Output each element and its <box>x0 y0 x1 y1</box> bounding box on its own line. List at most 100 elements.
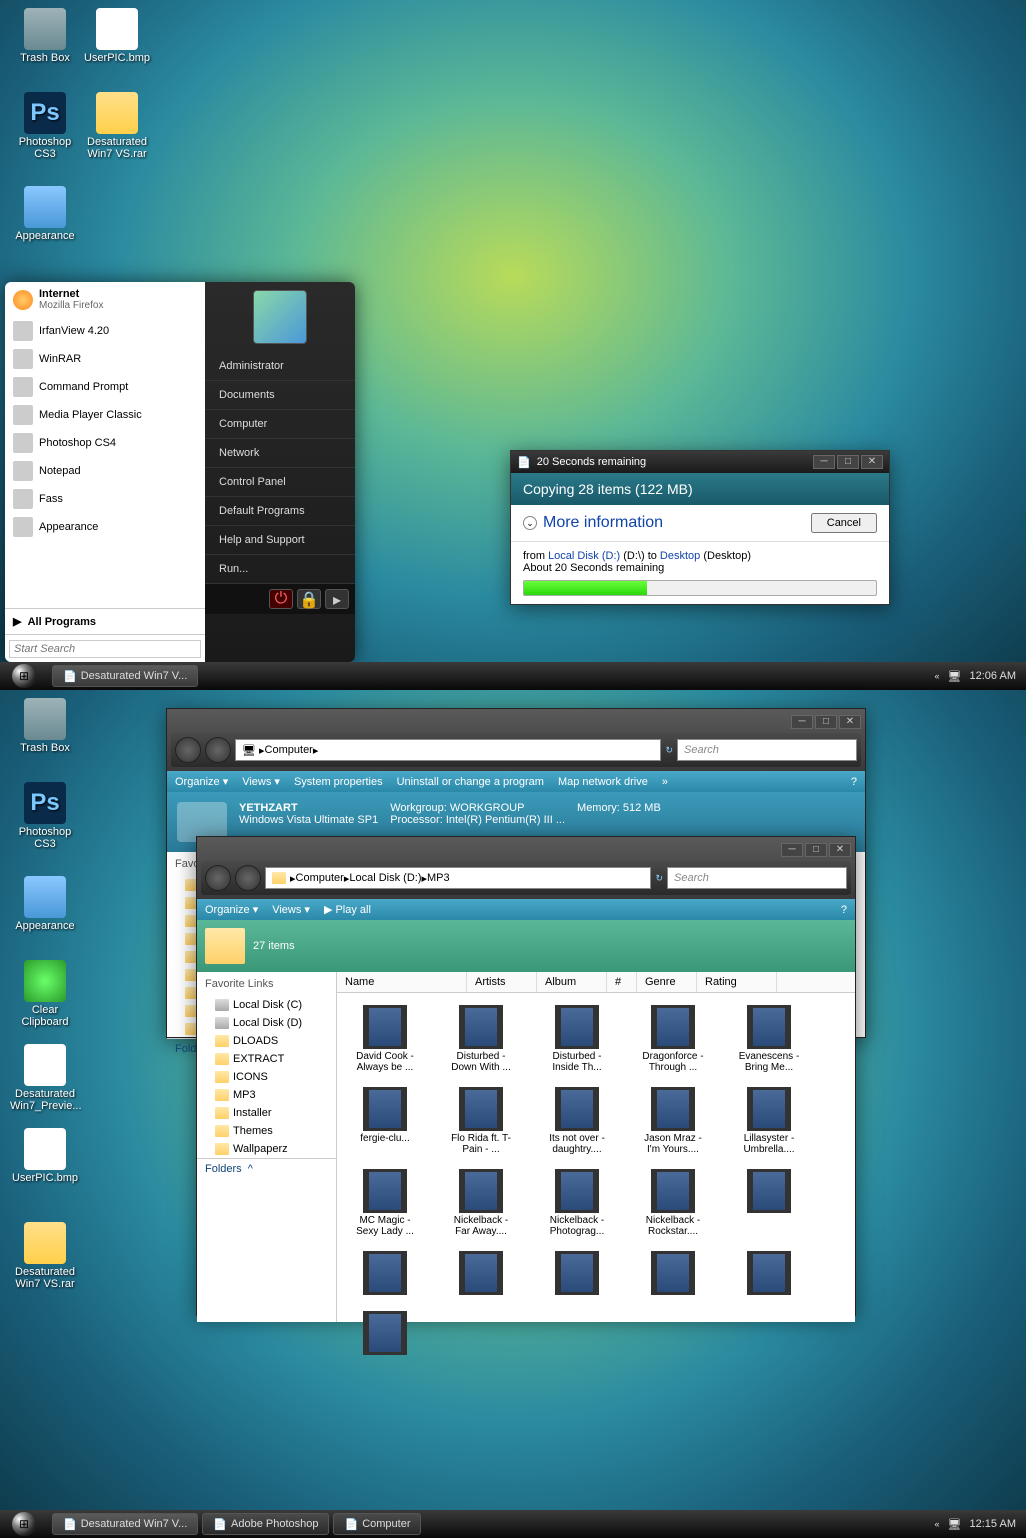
help-icon[interactable]: ? <box>841 904 847 916</box>
minimize-button[interactable]: ─ <box>813 455 835 469</box>
favorite-link[interactable]: EXTRACT <box>197 1050 336 1068</box>
refresh-icon[interactable]: ↻ <box>665 745 673 756</box>
copy-to-name[interactable]: Desktop <box>660 550 700 562</box>
start-right-item[interactable]: Run... <box>205 555 355 584</box>
file-item[interactable] <box>541 1251 613 1297</box>
desktop-icon-appearance[interactable]: Appearance <box>10 186 80 242</box>
toolbar-system-properties[interactable]: System properties <box>294 776 383 788</box>
close-button[interactable]: ✕ <box>839 715 861 729</box>
column-header[interactable]: # <box>607 972 637 992</box>
toolbar-organize[interactable]: Organize ▾ <box>175 775 228 788</box>
favorite-link[interactable]: MP3 <box>197 1086 336 1104</box>
file-item[interactable] <box>733 1169 805 1237</box>
desktop-icon[interactable]: Trash Box <box>10 698 80 754</box>
chevron-down-icon[interactable]: ⌄ <box>523 516 537 530</box>
file-item[interactable]: Its not over -daughtry.... <box>541 1087 613 1155</box>
column-header[interactable]: Name <box>337 972 467 992</box>
close-button[interactable]: ✕ <box>829 843 851 857</box>
search-input[interactable]: Search <box>677 739 857 761</box>
start-program-item[interactable]: Notepad <box>5 457 205 485</box>
cancel-button[interactable]: Cancel <box>811 513 877 533</box>
file-item[interactable] <box>733 1251 805 1297</box>
start-button[interactable]: ⊞ <box>0 1510 48 1538</box>
desktop-icon[interactable]: Desaturated Win7 VS.rar <box>10 1222 80 1290</box>
toolbar-organize[interactable]: Organize ▾ <box>205 903 258 916</box>
file-item[interactable]: Disturbed - Inside Th... <box>541 1005 613 1073</box>
file-item[interactable]: Dragonforce - Through ... <box>637 1005 709 1073</box>
start-right-item[interactable]: Control Panel <box>205 468 355 497</box>
favorite-link[interactable]: Installer <box>197 1104 336 1122</box>
start-program-item[interactable]: Command Prompt <box>5 373 205 401</box>
favorite-link[interactable]: Local Disk (C) <box>197 996 336 1014</box>
minimize-button[interactable]: ─ <box>791 715 813 729</box>
refresh-icon[interactable]: ↻ <box>655 873 663 884</box>
start-program-item[interactable]: Photoshop CS4 <box>5 429 205 457</box>
tray-expand-icon[interactable]: « <box>935 671 940 681</box>
start-right-item[interactable]: Default Programs <box>205 497 355 526</box>
file-item[interactable]: Evanescens - Bring Me... <box>733 1005 805 1073</box>
maximize-button[interactable]: □ <box>805 843 827 857</box>
taskbar-clock[interactable]: 12:06 AM <box>970 670 1016 682</box>
column-header[interactable]: Album <box>537 972 607 992</box>
toolbar-views[interactable]: Views ▾ <box>242 775 280 788</box>
desktop-icon-userpic[interactable]: UserPIC.bmp <box>82 8 152 64</box>
toolbar-play-all[interactable]: ▶ Play all <box>324 903 371 916</box>
start-program-item[interactable]: Appearance <box>5 513 205 541</box>
taskbar-task[interactable]: 📄Desaturated Win7 V... <box>52 1513 198 1535</box>
maximize-button[interactable]: □ <box>837 455 859 469</box>
folders-toggle[interactable]: Folders ^ <box>197 1158 336 1179</box>
start-program-item[interactable]: WinRAR <box>5 345 205 373</box>
desktop-icon[interactable]: Desaturated Win7_Previe... <box>10 1044 80 1112</box>
start-all-programs[interactable]: ▶ All Programs <box>5 608 205 634</box>
file-item[interactable]: fergie-clu... <box>349 1087 421 1155</box>
favorite-link[interactable]: Wallpaperz <box>197 1140 336 1158</box>
file-item[interactable] <box>349 1311 421 1357</box>
start-lock-button[interactable]: 🔒 <box>297 589 321 609</box>
start-button[interactable]: ⊞ <box>0 662 48 690</box>
favorite-link[interactable]: Themes <box>197 1122 336 1140</box>
file-item[interactable]: Disturbed - Down With ... <box>445 1005 517 1073</box>
taskbar-task[interactable]: 📄Desaturated Win7 V... <box>52 665 198 687</box>
desktop-icon[interactable]: PsPhotoshop CS3 <box>10 782 80 850</box>
start-power-button[interactable]: ⏻ <box>269 589 293 609</box>
start-program-item[interactable]: Media Player Classic <box>5 401 205 429</box>
column-header[interactable]: Rating <box>697 972 777 992</box>
start-program-item[interactable]: IrfanView 4.20 <box>5 317 205 345</box>
nav-back-button[interactable] <box>205 865 231 891</box>
start-internet[interactable]: InternetMozilla Firefox <box>5 282 205 317</box>
file-item[interactable] <box>349 1251 421 1297</box>
start-right-item[interactable]: Network <box>205 439 355 468</box>
search-input[interactable]: Search <box>667 867 847 889</box>
start-search-input[interactable] <box>9 640 201 658</box>
nav-forward-button[interactable] <box>235 865 261 891</box>
nav-forward-button[interactable] <box>205 737 231 763</box>
desktop-icon[interactable]: Appearance <box>10 876 80 932</box>
address-bar[interactable]: 🖥 ▸ Computer ▸ <box>235 739 661 761</box>
copy-from-disk[interactable]: Local Disk (D:) <box>548 550 620 562</box>
toolbar-more[interactable]: » <box>662 776 668 788</box>
file-item[interactable]: Nickelback - Far Away.... <box>445 1169 517 1237</box>
favorite-link[interactable]: DLOADS <box>197 1032 336 1050</box>
toolbar-views[interactable]: Views ▾ <box>272 903 310 916</box>
file-item[interactable]: David Cook - Always be ... <box>349 1005 421 1073</box>
taskbar-task[interactable]: 📄Computer <box>333 1513 421 1535</box>
tray-network-icon[interactable]: 🖥 <box>948 670 962 683</box>
toolbar-map-drive[interactable]: Map network drive <box>558 776 648 788</box>
help-icon[interactable]: ? <box>851 776 857 788</box>
start-right-item[interactable]: Help and Support <box>205 526 355 555</box>
file-item[interactable]: Lillasyster - Umbrella.... <box>733 1087 805 1155</box>
start-shutdown-arrow[interactable]: ▸ <box>325 589 349 609</box>
close-button[interactable]: ✕ <box>861 455 883 469</box>
address-bar[interactable]: ▸ Computer ▸ Local Disk (D:) ▸ MP3 <box>265 867 651 889</box>
file-item[interactable]: Jason Mraz - I'm Yours.... <box>637 1087 709 1155</box>
start-user-picture[interactable] <box>253 290 307 344</box>
tray-expand-icon[interactable]: « <box>935 1519 940 1529</box>
file-item[interactable]: Nickelback - Photograg... <box>541 1169 613 1237</box>
favorite-link[interactable]: Local Disk (D) <box>197 1014 336 1032</box>
maximize-button[interactable]: □ <box>815 715 837 729</box>
desktop-icon-trash[interactable]: Trash Box <box>10 8 80 64</box>
taskbar-clock[interactable]: 12:15 AM <box>970 1518 1016 1530</box>
file-item[interactable] <box>637 1251 709 1297</box>
favorite-link[interactable]: ICONS <box>197 1068 336 1086</box>
file-item[interactable]: Flo Rida ft. T-Pain - ... <box>445 1087 517 1155</box>
